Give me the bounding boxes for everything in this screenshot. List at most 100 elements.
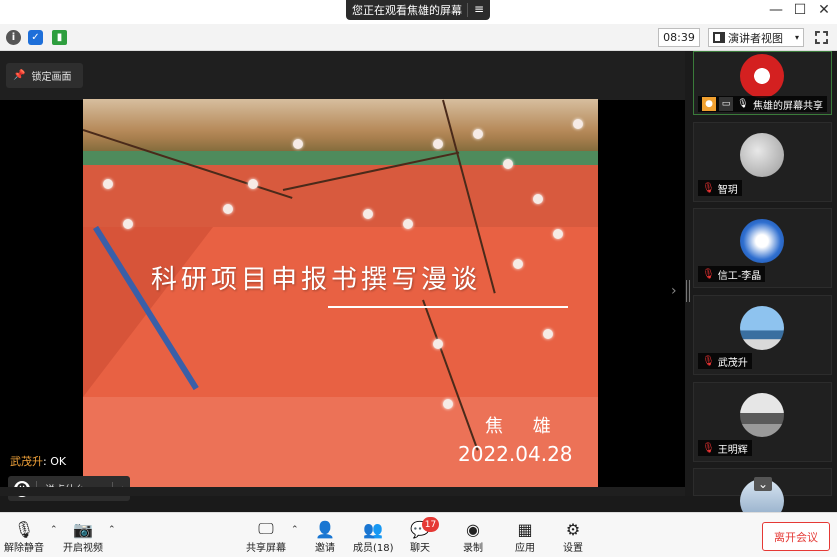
- blossom: [123, 219, 133, 229]
- lock-view-button[interactable]: 📌 锁定画面: [6, 63, 83, 88]
- stage-bottom-strip: [0, 487, 685, 496]
- gear-icon: ⚙: [565, 519, 581, 539]
- blossom: [248, 179, 258, 189]
- unmute-label: 解除静音: [4, 543, 44, 554]
- members-button[interactable]: 👥 成员(18): [353, 519, 394, 555]
- blossom: [533, 194, 543, 204]
- participant-name: 智玥: [717, 184, 738, 196]
- share-screen-label: 共享屏幕: [246, 543, 286, 554]
- blossom: [223, 204, 233, 214]
- slide-title-underline: [328, 306, 568, 308]
- maximize-button[interactable]: ☐: [790, 2, 810, 18]
- participant-tile-presenter[interactable]: ● ▭ 🎙 焦雄的屏幕共享: [693, 51, 832, 115]
- menu-icon[interactable]: ≡: [474, 2, 484, 16]
- share-banner[interactable]: 您正在观看焦雄的屏幕 ≡: [346, 0, 490, 20]
- blossom: [363, 209, 373, 219]
- mic-muted-icon: 🎙: [702, 355, 715, 367]
- apps-button[interactable]: ▦ 应用: [514, 519, 536, 555]
- blossom: [103, 179, 113, 189]
- participant-name: 王明辉: [717, 444, 748, 456]
- mic-muted-icon: 🎙: [702, 268, 715, 280]
- meeting-toolbar: i ✓ ▮ 08:39 演讲者视图 ▾: [0, 24, 837, 51]
- chat-message: 武茂升: OK: [10, 453, 66, 469]
- lock-view-label: 锁定画面: [31, 72, 72, 83]
- signal-icon[interactable]: ▮: [52, 30, 67, 45]
- participant-name-tag: 🎙 信工-李晶: [698, 266, 766, 282]
- avatar: [740, 306, 784, 350]
- blossom: [443, 399, 453, 409]
- audio-options-caret[interactable]: ⌃: [50, 525, 58, 535]
- invite-label: 邀请: [315, 543, 335, 554]
- share-screen-icon: 🖵: [258, 519, 274, 538]
- avatar: [740, 393, 784, 437]
- mic-icon: 🎙: [737, 99, 749, 109]
- record-button[interactable]: ◉ 录制: [462, 519, 484, 555]
- presentation-slide: 科研项目申报书撰写漫谈 焦 雄 2022.04.28: [83, 99, 598, 487]
- banner-divider: [467, 3, 468, 17]
- blossom: [503, 159, 513, 169]
- share-screen-button[interactable]: 🖵 共享屏幕: [246, 519, 286, 554]
- participant-name: 信工-李晶: [717, 270, 762, 282]
- shield-icon[interactable]: ✓: [28, 30, 43, 45]
- scroll-down-icon[interactable]: ⌄: [754, 477, 772, 491]
- chat-unread-badge: 17: [422, 517, 439, 532]
- mic-muted-icon: 🎙: [702, 182, 715, 194]
- info-icon[interactable]: i: [6, 30, 21, 45]
- unmute-button[interactable]: 🎙 解除静音: [4, 519, 44, 555]
- blossom: [513, 259, 523, 269]
- participant-name-tag: 🎙 武茂升: [698, 353, 752, 369]
- avatar: [740, 54, 784, 98]
- apps-label: 应用: [515, 543, 535, 554]
- participant-tile-partial[interactable]: ⌄: [693, 468, 832, 523]
- expand-panel-icon[interactable]: ›: [671, 283, 677, 299]
- participant-tile[interactable]: 🎙 信工-李晶: [693, 208, 832, 288]
- chat-text: OK: [50, 455, 67, 468]
- blossom: [543, 329, 553, 339]
- slide-wall: [83, 165, 598, 235]
- start-video-button[interactable]: 📷 开启视频: [63, 519, 103, 555]
- minimize-button[interactable]: —: [766, 2, 786, 18]
- chevron-down-icon: ▾: [794, 33, 799, 42]
- view-mode-dropdown[interactable]: 演讲者视图 ▾: [708, 28, 804, 47]
- title-bar: 您正在观看焦雄的屏幕 ≡ — ☐ ✕: [0, 0, 837, 24]
- members-icon: 👥: [363, 519, 384, 539]
- participant-name: 焦雄的屏幕共享: [753, 100, 823, 112]
- add-user-icon: 👤: [315, 519, 335, 539]
- participant-name: 武茂升: [717, 357, 748, 369]
- pin-icon: 📌: [13, 70, 26, 81]
- share-options-caret[interactable]: ⌃: [291, 525, 299, 535]
- shared-screen-stage: 📌 锁定画面 科研项目申报书撰写漫谈 焦 雄 2022.04.28 武茂升: O…: [0, 51, 685, 501]
- host-icon: ●: [702, 97, 716, 111]
- panel-splitter[interactable]: [686, 280, 690, 302]
- avatar: [740, 219, 784, 263]
- meeting-window: 您正在观看焦雄的屏幕 ≡ — ☐ ✕ i ✓ ▮ 08:39 演讲者视图 ▾ 📌…: [0, 0, 837, 557]
- blossom: [403, 219, 413, 229]
- participant-name-tag: 🎙 智玥: [698, 180, 742, 196]
- fullscreen-icon[interactable]: [815, 31, 828, 44]
- leave-meeting-button[interactable]: 离开会议: [762, 522, 830, 551]
- bottom-control-bar: 🎙 解除静音 ⌃ 📷 开启视频 ⌃ 🖵 共享屏幕 ⌃ 👤 邀请 👥 成员(18)…: [0, 512, 837, 557]
- chat-sender: 武茂升: [10, 455, 43, 468]
- share-banner-text: 您正在观看焦雄的屏幕: [352, 4, 462, 17]
- members-label: 成员(18): [353, 543, 394, 554]
- close-button[interactable]: ✕: [814, 2, 834, 18]
- meeting-time: 08:39: [658, 28, 700, 47]
- mic-muted-icon: 🎙: [702, 442, 715, 454]
- participant-tile[interactable]: 🎙 王明辉: [693, 382, 832, 462]
- record-label: 录制: [463, 543, 483, 554]
- settings-button[interactable]: ⚙ 设置: [562, 519, 584, 555]
- blossom: [473, 129, 483, 139]
- share-screen-icon: ▭: [719, 97, 733, 111]
- blossom: [553, 229, 563, 239]
- stage-top-strip: 📌 锁定画面: [0, 51, 685, 100]
- view-mode-label: 演讲者视图: [728, 31, 783, 45]
- video-options-caret[interactable]: ⌃: [108, 525, 116, 535]
- participant-tile[interactable]: 🎙 智玥: [693, 122, 832, 202]
- participant-tile[interactable]: 🎙 武茂升: [693, 295, 832, 375]
- mic-off-icon: 🎙: [13, 519, 35, 539]
- participant-name-tag: 🎙 王明辉: [698, 440, 752, 456]
- invite-button[interactable]: 👤 邀请: [314, 519, 336, 555]
- avatar: [740, 133, 784, 177]
- record-icon: ◉: [466, 519, 480, 539]
- settings-label: 设置: [563, 543, 583, 554]
